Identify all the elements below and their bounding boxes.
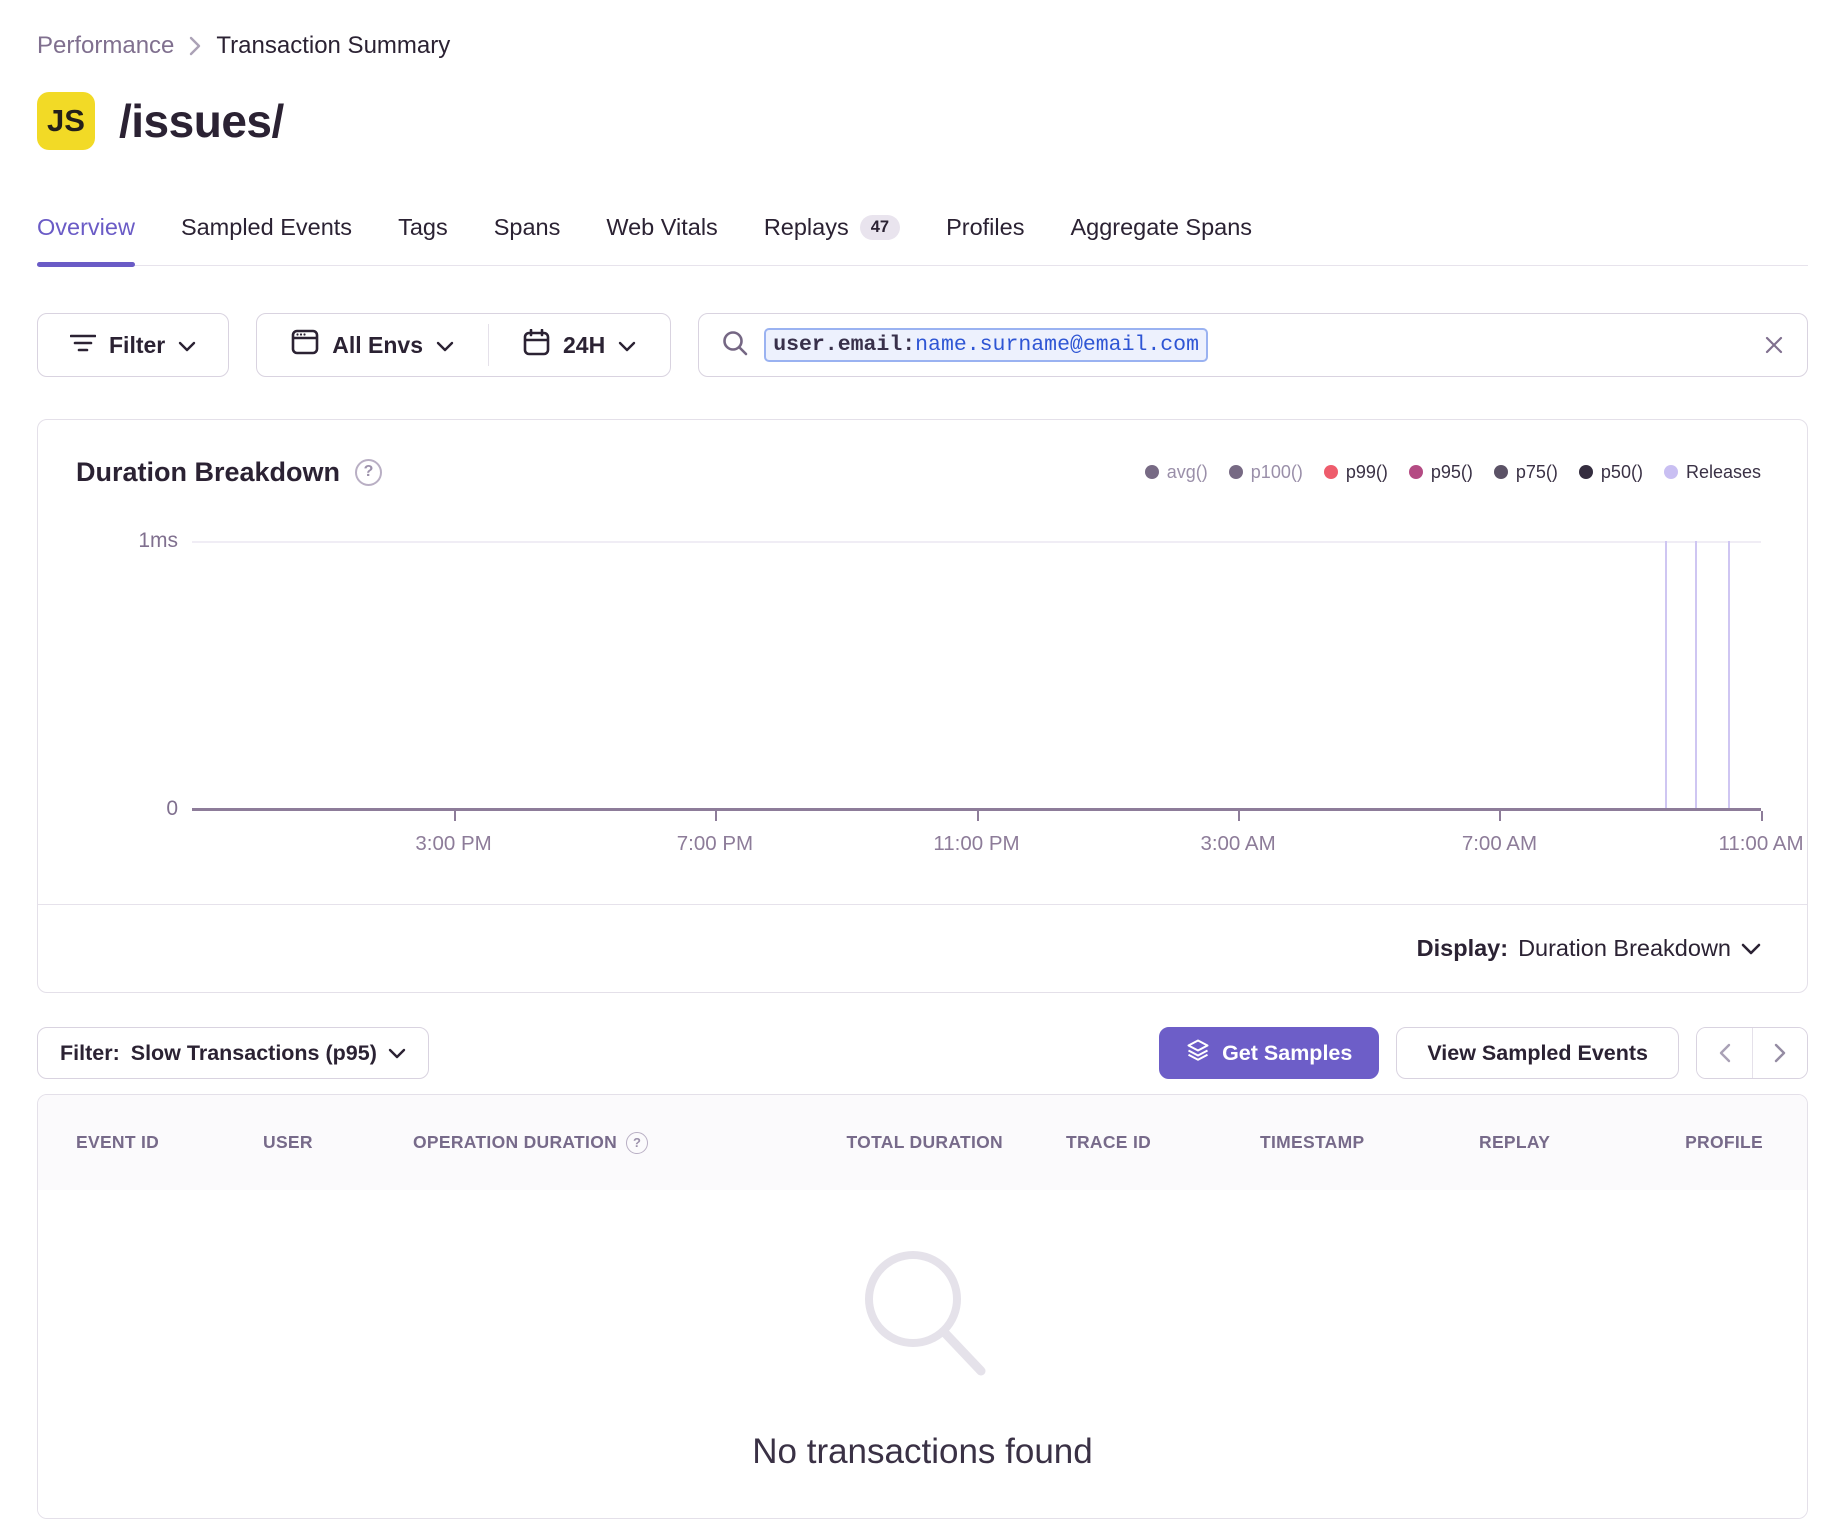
env-date-control: All Envs 24H bbox=[256, 313, 671, 377]
column-header-event-id: EVENT ID bbox=[38, 1132, 243, 1153]
x-tick bbox=[454, 811, 456, 821]
empty-state-text: No transactions found bbox=[752, 1432, 1092, 1472]
transaction-summary-page: Performance Transaction Summary JS /issu… bbox=[0, 0, 1834, 1532]
chevron-down-icon bbox=[436, 332, 454, 359]
tab-aggregate-spans[interactable]: Aggregate Spans bbox=[1070, 214, 1252, 265]
environment-selector[interactable]: All Envs bbox=[257, 314, 488, 376]
column-header-operation-duration: OPERATION DURATION bbox=[393, 1132, 788, 1154]
breadcrumb-performance[interactable]: Performance bbox=[37, 32, 174, 60]
token-key: user.email: bbox=[773, 333, 915, 357]
magnifier-empty-icon bbox=[847, 1237, 999, 1394]
column-header-timestamp: TIMESTAMP bbox=[1238, 1132, 1453, 1153]
x-tick bbox=[977, 811, 979, 821]
x-tick-label: 3:00 AM bbox=[1200, 832, 1275, 856]
x-tick-label: 11:00 PM bbox=[933, 832, 1019, 856]
pagination bbox=[1696, 1027, 1808, 1079]
display-label: Display: bbox=[1417, 935, 1508, 962]
x-tick bbox=[1761, 811, 1763, 821]
javascript-platform-icon: JS bbox=[37, 92, 95, 150]
breadcrumb: Performance Transaction Summary bbox=[37, 32, 1808, 60]
column-header-total-duration: TOTAL DURATION bbox=[788, 1132, 1043, 1153]
empty-state: No transactions found bbox=[38, 1190, 1807, 1518]
display-selector[interactable]: Display: Duration Breakdown bbox=[38, 904, 1807, 992]
tab-sampled-events[interactable]: Sampled Events bbox=[181, 214, 352, 265]
x-tick-label: 11:00 AM bbox=[1718, 832, 1803, 856]
filter-button[interactable]: Filter bbox=[37, 313, 229, 377]
x-tick bbox=[1499, 811, 1501, 821]
column-header-trace-id: TRACE ID bbox=[1043, 1132, 1238, 1153]
x-tick bbox=[715, 811, 717, 821]
legend-item-avg[interactable]: avg() bbox=[1145, 462, 1208, 483]
chevron-down-icon bbox=[1741, 935, 1761, 962]
transactions-table: EVENT ID USER OPERATION DURATION TOTAL D… bbox=[37, 1094, 1808, 1519]
release-line[interactable] bbox=[1695, 541, 1697, 809]
chevron-down-icon bbox=[388, 1041, 406, 1066]
filter-toolbar: Filter All Envs bbox=[37, 313, 1808, 377]
next-page-button[interactable] bbox=[1752, 1028, 1807, 1078]
legend-item-p95[interactable]: p95() bbox=[1409, 462, 1473, 483]
x-tick-label: 7:00 PM bbox=[677, 832, 753, 856]
release-line[interactable] bbox=[1665, 541, 1667, 809]
legend-dot bbox=[1229, 465, 1243, 479]
tab-profiles[interactable]: Profiles bbox=[946, 214, 1024, 265]
legend-dot bbox=[1324, 465, 1338, 479]
x-tick-label: 3:00 PM bbox=[415, 832, 491, 856]
layers-icon bbox=[1186, 1038, 1210, 1068]
chevron-down-icon bbox=[178, 332, 196, 359]
date-range-selector[interactable]: 24H bbox=[489, 314, 670, 376]
chevron-down-icon bbox=[618, 332, 636, 359]
tab-replays[interactable]: Replays 47 bbox=[764, 214, 900, 265]
breadcrumb-current: Transaction Summary bbox=[216, 32, 450, 60]
legend-dot bbox=[1579, 465, 1593, 479]
filter-lines-icon bbox=[70, 332, 96, 359]
display-value: Duration Breakdown bbox=[1518, 935, 1731, 962]
transactions-filter-dropdown[interactable]: Filter: Slow Transactions (p95) bbox=[37, 1027, 429, 1079]
legend-item-p100[interactable]: p100() bbox=[1229, 462, 1303, 483]
legend-dot bbox=[1409, 465, 1423, 479]
help-icon[interactable] bbox=[355, 459, 382, 486]
get-samples-button[interactable]: Get Samples bbox=[1159, 1027, 1379, 1079]
y-axis-max-label: 1ms bbox=[76, 529, 178, 553]
release-line[interactable] bbox=[1728, 541, 1730, 809]
column-header-user: USER bbox=[243, 1132, 393, 1153]
page-header: JS /issues/ bbox=[37, 90, 1808, 152]
tab-tags[interactable]: Tags bbox=[398, 214, 448, 265]
legend-dot bbox=[1494, 465, 1508, 479]
duration-breakdown-card: Duration Breakdown avg() p100() p99() p9… bbox=[37, 419, 1808, 993]
search-input[interactable]: user.email: name.surname@email.com bbox=[698, 313, 1808, 377]
table-header-row: EVENT ID USER OPERATION DURATION TOTAL D… bbox=[38, 1095, 1807, 1190]
legend-item-releases[interactable]: Releases bbox=[1664, 462, 1761, 483]
chart-title: Duration Breakdown bbox=[76, 457, 382, 488]
duration-chart: 1ms 0 3:00 PM 7:00 PM 11:00 PM bbox=[76, 498, 1761, 904]
previous-page-button[interactable] bbox=[1697, 1028, 1752, 1078]
view-sampled-events-button[interactable]: View Sampled Events bbox=[1396, 1027, 1679, 1079]
help-icon[interactable] bbox=[626, 1132, 648, 1154]
calendar-icon bbox=[523, 329, 550, 362]
legend-item-p99[interactable]: p99() bbox=[1324, 462, 1388, 483]
tab-spans[interactable]: Spans bbox=[494, 214, 561, 265]
samples-bar: Filter: Slow Transactions (p95) Get Samp… bbox=[37, 1027, 1808, 1079]
chart-legend: avg() p100() p99() p95() p75() p50() Rel… bbox=[1145, 462, 1761, 483]
token-value: name.surname@email.com bbox=[915, 333, 1199, 357]
legend-item-p75[interactable]: p75() bbox=[1494, 462, 1558, 483]
column-header-replay: REPLAY bbox=[1453, 1132, 1633, 1153]
column-header-profile: PROFILE bbox=[1633, 1132, 1807, 1153]
window-icon bbox=[291, 329, 319, 361]
x-tick bbox=[1238, 811, 1240, 821]
tab-bar: Overview Sampled Events Tags Spans Web V… bbox=[37, 214, 1808, 266]
tab-web-vitals[interactable]: Web Vitals bbox=[606, 214, 717, 265]
page-title: /issues/ bbox=[119, 94, 284, 148]
legend-dot bbox=[1145, 465, 1159, 479]
legend-item-p50[interactable]: p50() bbox=[1579, 462, 1643, 483]
chevron-right-icon bbox=[188, 35, 202, 57]
legend-dot bbox=[1664, 465, 1678, 479]
tab-overview[interactable]: Overview bbox=[37, 214, 135, 265]
gridline bbox=[192, 541, 1761, 543]
replays-count-badge: 47 bbox=[860, 215, 900, 240]
search-filter-token[interactable]: user.email: name.surname@email.com bbox=[764, 328, 1208, 362]
clear-search-button[interactable] bbox=[1763, 334, 1785, 356]
y-axis-min-label: 0 bbox=[76, 797, 178, 821]
x-tick-label: 7:00 AM bbox=[1462, 832, 1537, 856]
search-icon bbox=[721, 329, 749, 362]
